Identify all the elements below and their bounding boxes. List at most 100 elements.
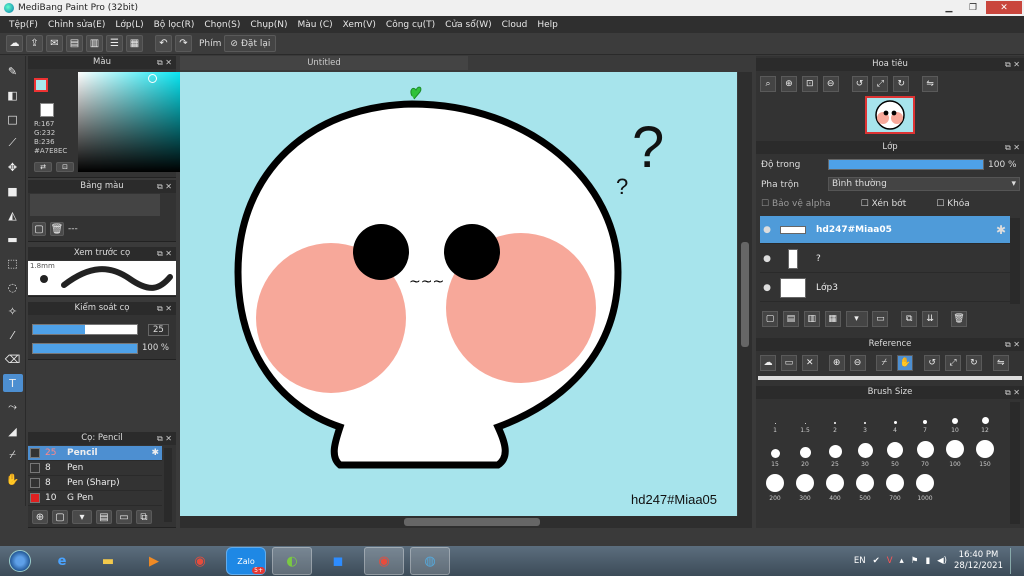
scroll-thumb[interactable] [741,242,749,347]
document-icon[interactable]: ▥ [86,35,103,52]
brush-copy-icon[interactable]: ▤ [96,510,112,524]
visibility-icon[interactable]: ● [760,283,774,293]
layer-row[interactable]: ● hd247#Miaa05 ✱ [760,216,1010,244]
volume-icon[interactable]: ◀) [937,556,947,566]
close-button[interactable]: ✕ [986,1,1022,14]
panel-close-icon[interactable]: ⧉ ✕ [157,247,172,260]
new-layer-icon[interactable]: ▢ [762,311,778,327]
fill-rect-tool-icon[interactable]: ■ [3,182,23,200]
size-cell[interactable]: 3 [850,404,880,434]
horizontal-scrollbar[interactable] [180,516,752,528]
size-cell[interactable]: 100 [940,438,970,468]
size-cell[interactable]: 7 [910,404,940,434]
merge-layer-icon[interactable]: ⇊ [922,311,939,327]
opacity-slider[interactable] [32,343,138,354]
ie-icon[interactable]: e [42,547,82,575]
reset-button[interactable]: ⊘ Đặt lại [224,35,277,52]
brush-menu-icon[interactable]: ▾ [72,510,92,524]
hand-icon[interactable]: ✋ [897,355,914,371]
blend-mode-select[interactable]: Bình thường ▾ [828,177,1020,191]
zalo-icon[interactable]: Zalo 5+ [226,547,266,575]
size-cell[interactable]: 1.5 [790,404,820,434]
protect-alpha-checkbox[interactable]: ☐ Bảo vệ alpha [761,199,831,209]
menu-select[interactable]: Chọn(S) [199,20,245,30]
delete-layer-icon[interactable]: 🗑 [951,311,967,327]
size-cell[interactable]: 25 [820,438,850,468]
magic-wand-icon[interactable]: ✧ [3,302,23,320]
picker-cursor[interactable] [148,74,157,83]
menu-help[interactable]: Help [532,20,563,30]
panel-close-icon[interactable]: ⧉ ✕ [1005,141,1020,154]
brush-item[interactable]: 10 G Pen [28,491,162,506]
close-reference-icon[interactable]: ✕ [801,355,818,371]
actual-size-icon[interactable]: ⊡ [801,76,818,92]
menu-filter[interactable]: Bộ lọc(R) [149,20,200,30]
rotate-right-icon[interactable]: ↻ [965,355,982,371]
duplicate-layer-icon[interactable]: ⧉ [901,311,918,327]
size-cell[interactable]: 1000 [910,472,940,502]
gradient-tool-icon[interactable]: ▬ [3,230,23,248]
size-cell[interactable]: 200 [760,472,790,502]
share-icon[interactable]: ⇪ [26,35,43,52]
size-cell[interactable]: 10 [940,404,970,434]
flip-icon[interactable]: ⇋ [922,76,939,92]
gear-icon[interactable]: ✱ [151,448,159,458]
list-icon[interactable]: ☰ [106,35,123,52]
zoom-out-icon[interactable]: ⊖ [822,76,839,92]
layer-add-menu-icon[interactable]: ▾ [845,311,868,327]
saturation-value-picker[interactable] [78,72,184,172]
grid-icon[interactable]: ▦ [126,35,143,52]
cloud-icon[interactable]: ☁ [6,35,23,52]
coccoc-icon[interactable]: ◐ [272,547,312,575]
menu-window[interactable]: Cửa sổ(W) [440,20,496,30]
panel-close-icon[interactable]: ⧉ ✕ [157,302,172,315]
page-icon[interactable]: ▤ [66,35,83,52]
panel-close-icon[interactable]: ⧉ ✕ [1005,386,1020,399]
explorer-icon[interactable]: ▬ [88,547,128,575]
size-cell[interactable]: 20 [790,438,820,468]
size-cell[interactable]: 1 [760,404,790,434]
menu-layer[interactable]: Lớp(L) [110,20,148,30]
cloud-reference-icon[interactable]: ☁ [760,355,776,371]
visibility-icon[interactable]: ● [760,254,774,264]
eyedropper-icon[interactable]: ⌿ [3,446,23,464]
network-icon[interactable]: ▮ [925,556,930,566]
operation-tool-icon[interactable]: ⤳ [3,398,23,416]
document-tab[interactable]: Untitled [180,56,468,70]
size-cell[interactable]: 300 [790,472,820,502]
size-slider[interactable] [32,324,138,335]
menu-snap[interactable]: Chụp(N) [245,20,292,30]
brush-item[interactable]: 8 Pen (Sharp) [28,476,162,491]
zoom-out-icon[interactable]: ⊖ [849,355,866,371]
flag-icon[interactable]: ⚑ [911,556,919,566]
size-cell[interactable]: 2 [820,404,850,434]
select-eraser-icon[interactable]: ⌫ [3,350,23,368]
text-tool-icon[interactable]: T [2,374,23,392]
visibility-icon[interactable]: ● [760,225,774,235]
new-8bit-layer-icon[interactable]: ▥ [803,311,820,327]
rect-tool-icon[interactable]: □ [3,110,23,128]
bucket-tool-icon[interactable]: ◭ [3,206,23,224]
line-tool-icon[interactable]: ⟋ [3,134,23,152]
comment-icon[interactable]: ✉ [46,35,63,52]
panel-close-icon[interactable]: ⧉ ✕ [1005,338,1020,351]
new-1bit-layer-icon[interactable]: ▦ [824,311,841,327]
open-reference-icon[interactable]: ▭ [780,355,797,371]
layer-scrollbar[interactable] [1010,218,1020,304]
menu-file[interactable]: Tệp(F) [4,20,43,30]
show-desktop-button[interactable] [1010,548,1018,574]
media-player-icon[interactable]: ▶ [134,547,174,575]
brush-tool-icon[interactable]: ✎ [3,62,23,80]
eyedropper-icon[interactable]: ⌿ [876,355,893,371]
redo-icon[interactable]: ↷ [175,35,192,52]
background-swatch[interactable] [40,103,54,117]
brush-size-scrollbar[interactable] [1010,402,1020,524]
scroll-thumb[interactable] [404,518,540,526]
rotate-right-icon[interactable]: ↻ [893,76,910,92]
fit-icon[interactable]: ⤢ [945,355,961,371]
brush-item[interactable]: 8 Pen [28,461,162,476]
navigator-thumbnail[interactable] [865,96,915,134]
size-cell[interactable]: 50 [880,438,910,468]
chrome-icon[interactable]: ◉ [180,547,220,575]
antivirus-icon[interactable]: V [887,556,893,566]
